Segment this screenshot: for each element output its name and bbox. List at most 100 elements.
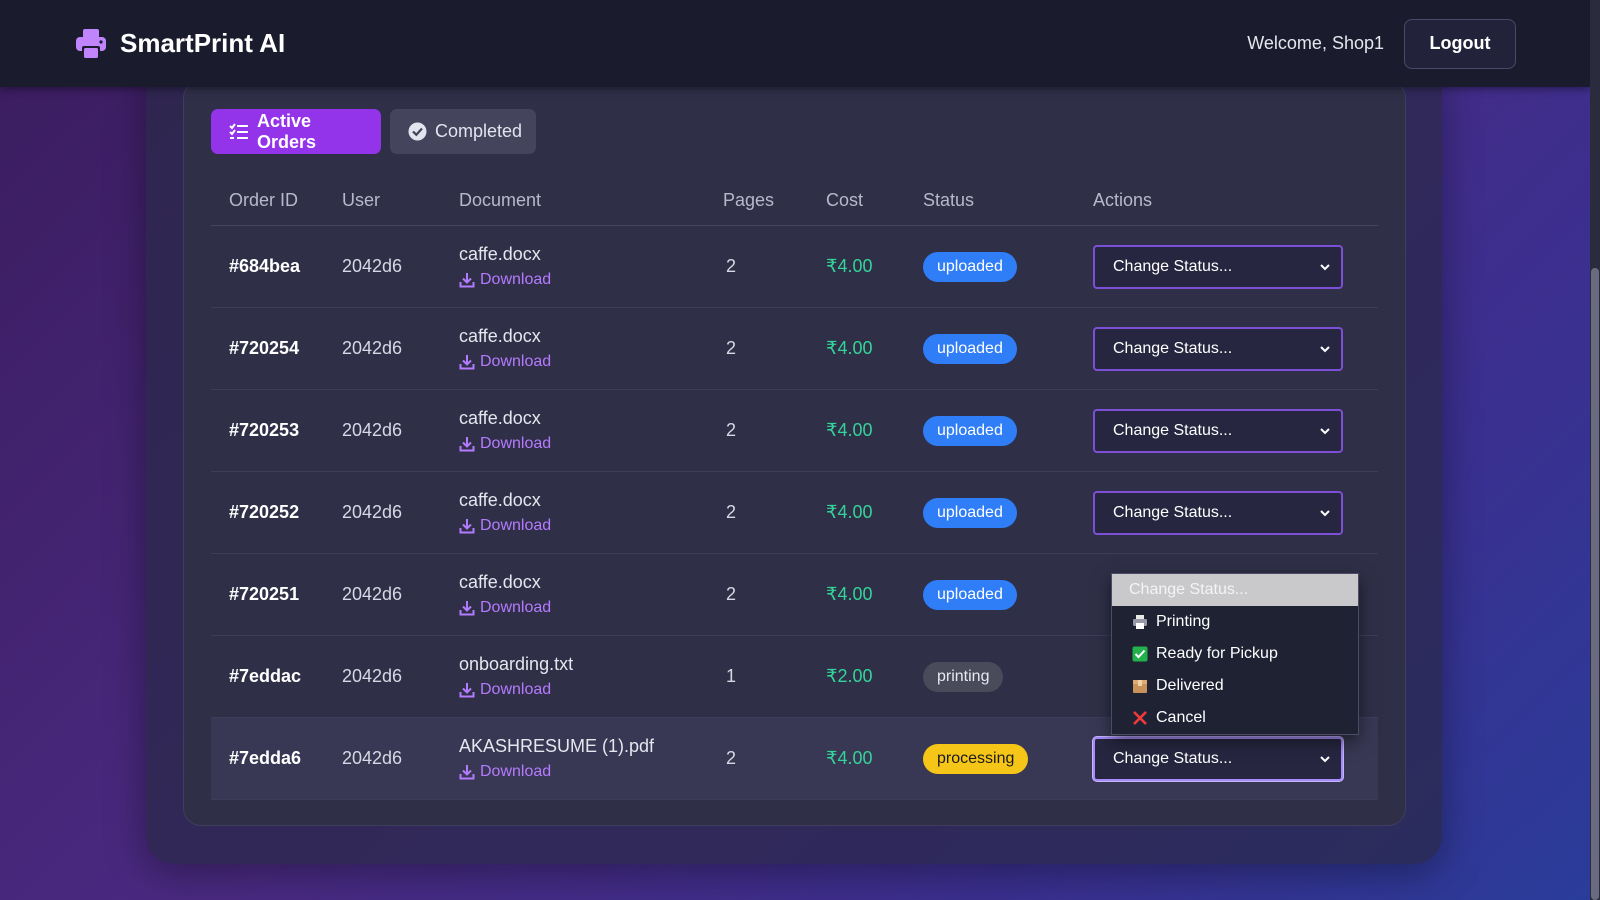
- header-actions: Actions: [1093, 190, 1153, 210]
- download-link[interactable]: Download: [459, 271, 723, 289]
- order-pages: 2: [726, 502, 737, 522]
- order-pages: 2: [726, 338, 737, 358]
- order-cost: ₹4.00: [826, 748, 873, 768]
- option-change-status[interactable]: Change Status...: [1112, 574, 1358, 606]
- status-badge: uploaded: [923, 497, 1017, 528]
- change-status-select[interactable]: Change Status...: [1093, 408, 1343, 453]
- order-cost: ₹4.00: [826, 502, 873, 522]
- order-pages: 2: [726, 748, 737, 768]
- package-icon: [1132, 678, 1148, 694]
- order-cost: ₹4.00: [826, 584, 873, 604]
- brand[interactable]: SmartPrint AI: [74, 27, 285, 61]
- download-link[interactable]: Download: [459, 353, 723, 371]
- order-id: #720254: [229, 338, 300, 358]
- header-pages: Pages: [723, 190, 775, 210]
- status-badge: printing: [923, 661, 1004, 692]
- select-value: Change Status...: [1113, 339, 1233, 357]
- option-label: Printing: [1156, 613, 1211, 630]
- download-link[interactable]: Download: [459, 517, 723, 535]
- scrollbar-thumb[interactable]: [1591, 268, 1599, 900]
- document-name: caffe.docx: [459, 408, 541, 428]
- change-status-select[interactable]: Change Status...: [1093, 490, 1343, 535]
- select-value: Change Status...: [1113, 503, 1233, 521]
- brand-name: SmartPrint AI: [120, 28, 286, 58]
- change-status-select[interactable]: Change Status...: [1093, 244, 1343, 289]
- chevron-down-icon: [1320, 509, 1330, 516]
- logout-button[interactable]: Logout: [1404, 18, 1516, 69]
- download-label: Download: [480, 763, 552, 780]
- table-row: #684bea 2042d6 caffe.docx Download 2 ₹4.00 upl…: [211, 226, 1378, 308]
- download-link[interactable]: Download: [459, 763, 723, 781]
- scrollbar[interactable]: [1590, 0, 1600, 900]
- table-row: #720253 2042d6 caffe.docx Download 2 ₹4.00 upl…: [211, 390, 1378, 472]
- option-label: Delivered: [1156, 677, 1224, 694]
- download-icon: [459, 355, 475, 370]
- order-cost: ₹4.00: [826, 420, 873, 440]
- welcome-text: Welcome, Shop1: [1247, 33, 1384, 53]
- option-printing[interactable]: Printing: [1112, 606, 1358, 638]
- download-link[interactable]: Download: [459, 435, 723, 453]
- download-label: Download: [480, 435, 552, 452]
- header-order-id: Order ID: [229, 190, 299, 210]
- option-label: Ready for Pickup: [1156, 645, 1278, 662]
- select-value: Change Status...: [1113, 749, 1233, 767]
- header-user: User: [342, 190, 381, 210]
- download-label: Download: [480, 681, 552, 698]
- order-user: 2042d6: [342, 420, 403, 440]
- option-delivered[interactable]: Delivered: [1112, 670, 1358, 702]
- change-status-select[interactable]: Change Status...: [1093, 326, 1343, 371]
- document-name: AKASHRESUME (1).pdf: [459, 736, 655, 756]
- download-link[interactable]: Download: [459, 681, 723, 699]
- download-link[interactable]: Download: [459, 599, 723, 617]
- document-name: caffe.docx: [459, 244, 541, 264]
- table-row: #720252 2042d6 caffe.docx Download 2 ₹4.00 upl…: [211, 472, 1378, 554]
- download-label: Download: [480, 517, 552, 534]
- order-id: #7edda6: [229, 748, 302, 768]
- order-user: 2042d6: [342, 748, 403, 768]
- order-user: 2042d6: [342, 256, 403, 276]
- document-name: caffe.docx: [459, 490, 541, 510]
- order-id: #720253: [229, 420, 300, 440]
- status-dropdown-menu[interactable]: Change Status... Printing Ready for Pick…: [1111, 573, 1359, 735]
- status-badge: uploaded: [923, 415, 1017, 446]
- order-id: #7eddac: [229, 666, 302, 686]
- header-status: Status: [923, 190, 975, 210]
- download-icon: [459, 437, 475, 452]
- download-icon: [459, 683, 475, 698]
- chevron-down-icon: [1320, 345, 1330, 352]
- order-cost: ₹2.00: [826, 666, 873, 686]
- order-id: #720251: [229, 584, 300, 604]
- select-value: Change Status...: [1113, 421, 1233, 439]
- document-name: caffe.docx: [459, 572, 541, 592]
- tab-active-orders[interactable]: Active Orders: [211, 109, 381, 154]
- option-cancel[interactable]: Cancel: [1112, 702, 1358, 734]
- option-label: Cancel: [1156, 709, 1206, 726]
- table-header: Order ID User Document Pages Cost Status…: [211, 176, 1378, 226]
- option-ready-for-pickup[interactable]: Ready for Pickup: [1112, 638, 1358, 670]
- printer-logo-icon: [76, 28, 106, 59]
- order-cost: ₹4.00: [826, 338, 873, 358]
- status-badge: uploaded: [923, 333, 1017, 364]
- list-check-icon: [229, 122, 248, 139]
- order-cost: ₹4.00: [826, 256, 873, 276]
- header-document: Document: [459, 190, 542, 210]
- printer-icon: [1132, 614, 1148, 630]
- green-check-icon: [1132, 646, 1148, 662]
- order-user: 2042d6: [342, 502, 403, 522]
- check-circle-icon: [408, 122, 427, 141]
- order-tabs: Active Orders Completed: [211, 109, 536, 154]
- order-pages: 2: [726, 420, 737, 440]
- tab-completed[interactable]: Completed: [390, 109, 536, 154]
- document-name: onboarding.txt: [459, 654, 574, 674]
- chevron-down-icon: [1320, 755, 1330, 762]
- change-status-select[interactable]: Change Status...: [1093, 736, 1343, 781]
- order-user: 2042d6: [342, 666, 403, 686]
- table-row: #720254 2042d6 caffe.docx Download 2 ₹4.00 upl…: [211, 308, 1378, 390]
- order-id: #684bea: [229, 256, 301, 276]
- download-icon: [459, 601, 475, 616]
- order-pages: 1: [726, 666, 737, 686]
- status-badge: processing: [923, 743, 1029, 774]
- order-user: 2042d6: [342, 584, 403, 604]
- red-x-icon: [1132, 710, 1148, 726]
- top-navbar: SmartPrint AI Welcome, Shop1 Logout: [0, 0, 1590, 87]
